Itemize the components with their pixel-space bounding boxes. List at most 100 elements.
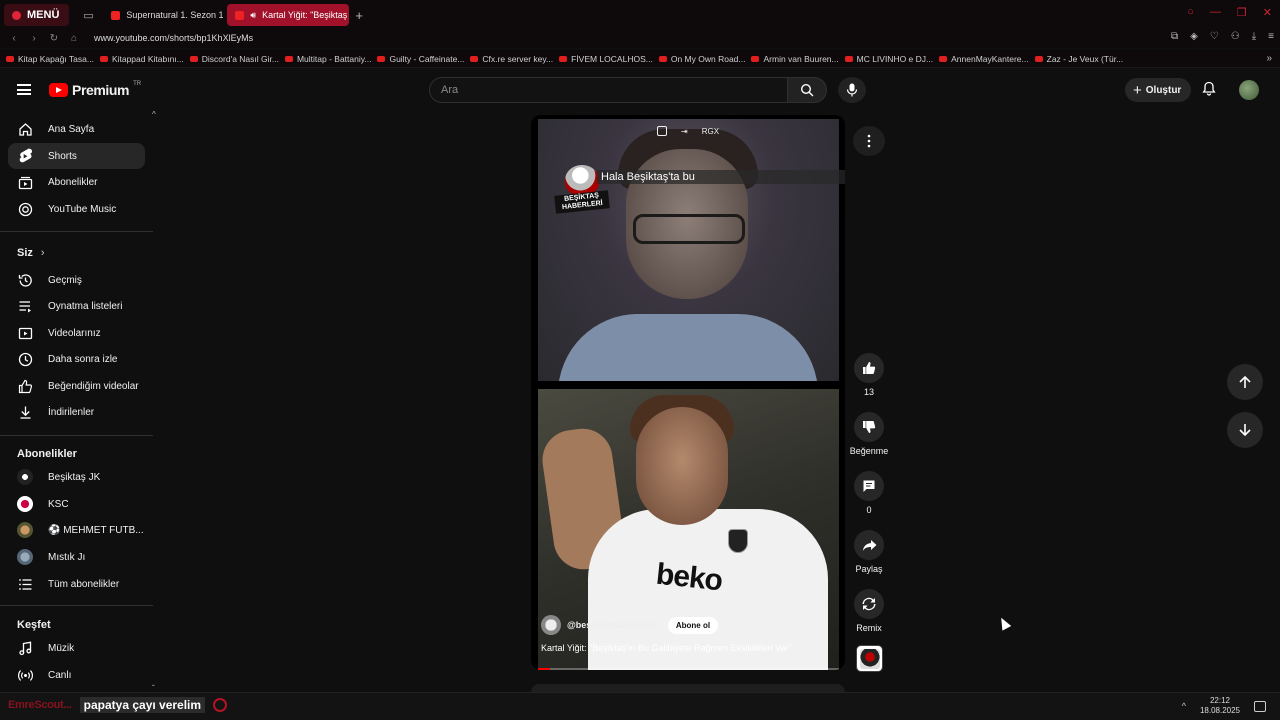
browser-menu-button[interactable]: MENÜ <box>4 4 70 26</box>
sidebar-item-history[interactable]: Geçmiş <box>8 267 145 293</box>
progress-bar[interactable] <box>538 668 839 670</box>
list-icon <box>17 576 33 592</box>
sidebar-item-playlists[interactable]: Oynatma listeleri <box>8 293 145 319</box>
bookmark-item[interactable]: Armin van Buuren... <box>751 54 839 64</box>
dislike-button[interactable] <box>854 412 884 442</box>
sidebar-item-label: Videolarınız <box>48 327 101 339</box>
sidebar-item-live[interactable]: Canlı <box>8 662 145 688</box>
home-nav-icon[interactable]: ⌂ <box>68 33 80 44</box>
logo-text: Premium <box>72 82 130 98</box>
back-icon[interactable]: ‹ <box>8 33 20 44</box>
hamburger-menu-icon[interactable] <box>17 84 31 95</box>
thumbs-down-icon <box>863 421 876 433</box>
bookmark-label: Kitappad Kitabını... <box>111 53 184 64</box>
account-avatar[interactable] <box>1239 80 1259 100</box>
forward-icon[interactable]: › <box>28 33 40 44</box>
sidebar-item-watch-later[interactable]: Daha sonra izle <box>8 346 145 372</box>
tray-expand-icon[interactable]: ^ <box>1182 701 1186 711</box>
bookmark-favicon-icon <box>189 55 198 62</box>
short-info: @besiktashaberleritv Abone ol Kartal Yiğ… <box>541 615 841 653</box>
bookmark-item[interactable]: Cfx.re server key... <box>470 54 553 64</box>
sidebar-channel-mehmet[interactable]: ⚽ MEHMET FUTB... <box>8 517 145 543</box>
youtube-premium-logo[interactable]: Premium TR <box>49 81 141 98</box>
chevron-up-icon[interactable]: ^ <box>152 110 156 119</box>
remix-button[interactable] <box>854 589 884 619</box>
sidebar-item-label: Oynatma listeleri <box>48 300 123 312</box>
bookmark-item[interactable]: FİVEM LOCALHOS... <box>559 54 653 64</box>
create-button[interactable]: + Oluştur <box>1125 78 1192 102</box>
chevron-down-icon[interactable]: ˇ <box>152 684 155 690</box>
sidebar-channel-mistik[interactable]: Mıstık Jı <box>8 544 145 570</box>
previous-short-button[interactable] <box>1227 364 1263 400</box>
sidebar-item-music[interactable]: Müzik <box>8 635 145 661</box>
bookmarks-overflow-icon[interactable]: » <box>1266 53 1272 64</box>
new-tab-button[interactable]: + <box>355 8 363 23</box>
notifications-button[interactable] <box>1202 81 1216 99</box>
snapshot-icon[interactable]: ⧉ <box>1171 31 1178 42</box>
bookmark-label: Cfx.re server key... <box>482 53 554 64</box>
subscribe-button[interactable]: Abone ol <box>667 616 719 634</box>
bookmark-item[interactable]: Multitap - Battaniy... <box>284 54 371 64</box>
download-icon[interactable]: ⤓ <box>1252 31 1256 42</box>
shield-icon[interactable]: ◈ <box>1190 31 1198 42</box>
bookmark-item[interactable]: On My Own Road... <box>658 54 745 64</box>
search-tabs-icon[interactable]: ○ <box>1187 6 1194 19</box>
sidebar-item-label: Geçmiş <box>48 274 82 286</box>
next-short-button[interactable] <box>1227 412 1263 448</box>
share-button[interactable] <box>854 530 884 560</box>
sound-thumbnail[interactable] <box>856 645 883 672</box>
bookmark-item[interactable]: Zaz - Je Veux (Tür... <box>1034 54 1123 64</box>
reload-icon[interactable]: ↻ <box>48 33 60 44</box>
bookmark-item[interactable]: Kitap Kapağı Tasa... <box>6 54 94 64</box>
sidebar-item-all-subscriptions[interactable]: Tüm abonelikler <box>8 571 145 597</box>
heart-icon[interactable]: ♡ <box>1210 31 1219 42</box>
sidebar-channel-besiktas[interactable]: Beşiktaş JK <box>8 464 145 490</box>
bookmark-item[interactable]: MC LIVINHO e DJ... <box>844 54 933 64</box>
sidebar-item-downloads[interactable]: İndirilenler <box>8 399 145 425</box>
profile-icon[interactable]: ⚇ <box>1231 31 1240 42</box>
maximize-icon[interactable]: ❐ <box>1237 6 1247 19</box>
voice-search-button[interactable] <box>838 77 866 103</box>
shorts-player[interactable]: beko ⇥ RGX BEŞİKTAŞ HABERLERİ Hala Beşik… <box>531 115 845 670</box>
url-field[interactable]: www.youtube.com/shorts/bp1KhXlEyMs <box>94 33 253 43</box>
clock-date: 18.08.2025 <box>1199 706 1240 715</box>
sidebar-item-liked-videos[interactable]: Beğendiğim videolar <box>8 373 145 399</box>
sidebar-item-home[interactable]: Ana Sayfa <box>8 116 145 142</box>
section-title: Abonelikler <box>17 448 77 460</box>
channel-avatar[interactable] <box>541 615 561 635</box>
shorts-icon <box>17 148 33 164</box>
sidebar-item-shorts[interactable]: Shorts <box>8 143 145 169</box>
sidebar-item-label: Müzik <box>48 642 75 654</box>
search-input[interactable] <box>430 78 787 102</box>
channel-handle[interactable]: @besiktashaberleritv <box>567 620 658 630</box>
sidebar-channel-ksc[interactable]: KSC <box>8 491 145 517</box>
sidebar-item-subscriptions[interactable]: Abonelikler <box>8 169 145 195</box>
bookmark-item[interactable]: Discord'a Nasıl Gir... <box>189 54 279 64</box>
minimize-icon[interactable]: — <box>1210 6 1221 19</box>
bookmark-item[interactable]: Guilty - Caffeinate... <box>377 54 464 64</box>
more-options-button[interactable] <box>853 126 885 156</box>
bookmark-item[interactable]: Kitappad Kitabını... <box>99 53 184 64</box>
short-title[interactable]: Kartal Yiğit: "Beşiktaş'ın Bu Galibiyete… <box>541 643 841 653</box>
like-button[interactable] <box>854 353 884 383</box>
menu-dots-icon[interactable]: ≡ <box>1268 31 1274 42</box>
notification-center-icon[interactable] <box>1254 700 1266 712</box>
overlay-ring-icon <box>213 698 228 712</box>
comments-button[interactable] <box>854 471 884 501</box>
workspaces-icon[interactable]: ▭ <box>77 4 99 26</box>
tab-kartal-yigit[interactable]: 🔊︎ Kartal Yiğit: "Beşiktaş <box>227 4 350 26</box>
clock[interactable]: 22:12 18.08.2025 <box>1200 696 1240 716</box>
pip-icon[interactable] <box>657 126 667 136</box>
sidebar-item-youtube-music[interactable]: YouTube Music <box>8 196 145 222</box>
sidebar-section-you[interactable]: Siz › <box>17 247 45 259</box>
fullscreen-icon[interactable]: ⇥ <box>681 127 688 136</box>
tab-supernatural[interactable]: Supernatural 1. Sezon 11. <box>103 4 223 26</box>
close-icon[interactable]: ✕ <box>1263 6 1272 19</box>
next-short-preview[interactable] <box>531 684 845 692</box>
bookmark-item[interactable]: AnnenMayKantere... <box>939 54 1029 64</box>
youtube-play-icon <box>49 83 68 97</box>
search-button[interactable] <box>787 77 827 103</box>
speaker-icon[interactable]: 🔊︎ <box>250 10 256 21</box>
sidebar-item-your-videos[interactable]: Videolarınız <box>8 320 145 346</box>
live-icon <box>17 667 33 683</box>
